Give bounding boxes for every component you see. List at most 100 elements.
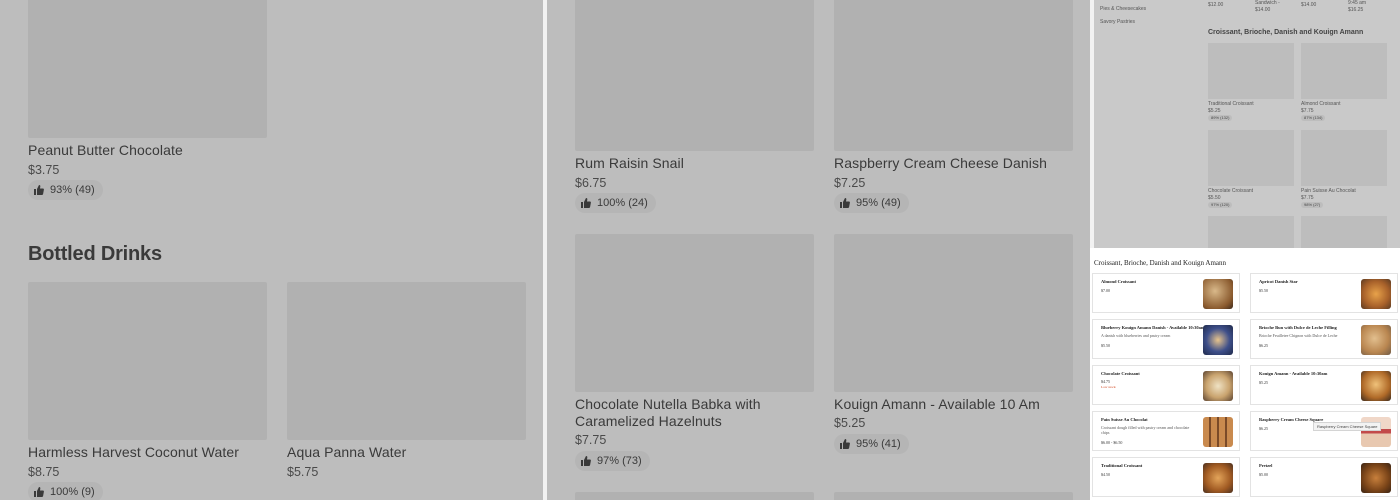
thumbs-up-icon (581, 456, 591, 466)
item-price: $14.00 (1301, 2, 1317, 8)
item-name[interactable]: Pain Suisse Au Chocolat (1301, 188, 1356, 194)
menu-card[interactable]: Pretzel $5.00 (1250, 457, 1398, 497)
rating-badge: 95% (49) (834, 193, 909, 213)
item-name[interactable]: Sandwich - (1255, 0, 1280, 6)
menu-card[interactable]: Kouign Amann - Available 10:30am $5.25 (1250, 365, 1398, 405)
item-photo (1203, 279, 1233, 309)
item-price: $7.75 (1301, 195, 1314, 201)
rating-badge: 97% (120) (1208, 202, 1233, 208)
item-image-nutella-babka[interactable] (575, 234, 814, 392)
card-name: Blueberry Kouign Amann Danish - Availabl… (1101, 325, 1205, 330)
card-name: Almond Croissant (1101, 279, 1137, 284)
item-image[interactable] (1208, 130, 1294, 186)
card-price: $4.75 (1101, 379, 1110, 384)
card-price: $5.50 (1101, 343, 1110, 348)
item-image-aqua-panna[interactable] (287, 282, 526, 440)
item-photo (1203, 325, 1233, 355)
item-image-kouign-amann[interactable] (834, 234, 1073, 392)
item-image[interactable] (1301, 216, 1387, 248)
item-price: $8.75 (28, 465, 60, 479)
menu-card[interactable]: Chocolate Croissant $4.75 Low stock (1092, 365, 1240, 405)
item-name-line1[interactable]: Chocolate Nutella Babka with (575, 396, 761, 412)
item-photo (1361, 463, 1391, 493)
item-price: $16.25 (1348, 7, 1364, 13)
item-price: $5.50 (1208, 195, 1221, 201)
item-price: $7.75 (575, 433, 607, 447)
item-price: $6.75 (575, 176, 607, 190)
card-price: $7.00 (1101, 288, 1110, 293)
card-name: Brioche Bun with Dulce de Leche Filling (1259, 325, 1337, 330)
item-name[interactable]: Chocolate Croissant (1208, 188, 1253, 194)
menu-card[interactable]: Traditional Croissant $4.50 (1092, 457, 1240, 497)
item-image[interactable] (1301, 43, 1387, 99)
item-image-next-row[interactable] (834, 492, 1073, 500)
item-image[interactable] (1301, 130, 1387, 186)
item-price: $5.25 (1208, 108, 1221, 114)
card-price: $5.50 (1259, 288, 1268, 293)
rating-text: 97% (73) (597, 455, 642, 467)
section-title-bottled-drinks: Bottled Drinks (28, 243, 162, 265)
tooltip: Raspberry Cream Cheese Square (1313, 422, 1382, 431)
rating-badge: 100% (9) (28, 482, 103, 500)
sidebar-item-pies[interactable]: Pies & Cheesecakes (1100, 6, 1146, 12)
section-title: Croissant, Brioche, Danish and Kouign Am… (1208, 29, 1364, 36)
item-name-line2[interactable]: Caramelized Hazelnuts (575, 413, 722, 429)
rating-badge: 93% (49) (28, 180, 103, 200)
item-name[interactable]: Peanut Butter Chocolate (28, 142, 183, 158)
item-photo (1203, 417, 1233, 447)
item-name[interactable]: 9:45 am (1348, 0, 1366, 6)
item-price: $5.75 (287, 465, 319, 479)
sidebar-item-savory[interactable]: Savory Pastries (1100, 19, 1135, 25)
card-description: Brioche Feuilletee Chignon with Dulce de… (1259, 333, 1338, 338)
menu-card[interactable]: Apricot Danish Star $5.50 (1250, 273, 1398, 313)
item-name[interactable]: Almond Croissant (1301, 101, 1340, 107)
item-photo (1203, 371, 1233, 401)
store-menu-panel-left: Peanut Butter Chocolate $3.75 93% (49) B… (0, 0, 543, 500)
thumbs-up-icon (34, 185, 44, 195)
item-price: $7.25 (834, 176, 866, 190)
menu-card[interactable]: Almond Croissant $7.00 (1092, 273, 1240, 313)
rating-badge: 95% (41) (834, 434, 909, 454)
menu-card[interactable]: Blueberry Kouign Amann Danish - Availabl… (1092, 319, 1240, 359)
item-image-raspberry-danish[interactable] (834, 0, 1073, 151)
item-image[interactable] (1208, 216, 1294, 248)
item-name[interactable]: Raspberry Cream Cheese Danish (834, 155, 1047, 171)
rating-badge: 89% (132) (1208, 115, 1233, 121)
rating-badge: 87% (134) (1301, 115, 1326, 121)
rating-badge: 98% (27) (1301, 202, 1324, 208)
item-photo (1203, 463, 1233, 493)
item-name[interactable]: Rum Raisin Snail (575, 155, 684, 171)
menu-card[interactable]: Pain Suisse Au Chocolat Croissant dough … (1092, 411, 1240, 451)
store-menu-panel-right-bottom: Croissant, Brioche, Danish and Kouign Am… (1090, 250, 1400, 500)
item-price: $7.75 (1301, 108, 1314, 114)
store-menu-panel-right-top: Pies & Cheesecakes Savory Pastries $12.0… (1094, 0, 1400, 248)
card-name: Pain Suisse Au Chocolat (1101, 417, 1148, 422)
card-price: $5.00 (1259, 472, 1268, 477)
card-name: Chocolate Croissant (1101, 371, 1140, 376)
item-price: $12.00 (1208, 2, 1224, 8)
card-price: $5.25 (1259, 380, 1268, 385)
menu-card[interactable]: Brioche Bun with Dulce de Leche Filling … (1250, 319, 1398, 359)
menu-card[interactable]: Raspberry Cream Cheese Square $6.25 Rasp… (1250, 411, 1398, 451)
item-name[interactable]: Kouign Amann - Available 10 Am (834, 396, 1040, 412)
card-price: $4.50 (1101, 472, 1110, 477)
item-price: $3.75 (28, 163, 60, 177)
item-image-next-row[interactable] (575, 492, 814, 500)
item-name[interactable]: Harmless Harvest Coconut Water (28, 444, 239, 460)
item-name[interactable]: Traditional Croissant (1208, 101, 1254, 107)
store-menu-panel-middle: Rum Raisin Snail $6.75 100% (24) Raspber… (547, 0, 1090, 500)
item-image-coconut-water[interactable] (28, 282, 267, 440)
card-price: $6.25 (1259, 426, 1268, 431)
item-name[interactable]: Aqua Panna Water (287, 444, 406, 460)
card-price: $6.25 (1259, 343, 1268, 348)
card-name: Kouign Amann - Available 10:30am (1259, 371, 1328, 376)
card-description: Croissant dough filled with pastry cream… (1101, 425, 1190, 435)
card-description: A danish with blueberries and pastry cre… (1101, 333, 1171, 338)
thumbs-up-icon (840, 198, 850, 208)
card-name: Traditional Croissant (1101, 463, 1143, 468)
item-image[interactable] (1208, 43, 1294, 99)
item-image-peanut-butter-chocolate[interactable] (28, 0, 267, 138)
rating-badge: 100% (24) (575, 193, 656, 213)
low-stock-label: Low stock (1101, 385, 1116, 389)
item-image-rum-raisin-snail[interactable] (575, 0, 814, 151)
